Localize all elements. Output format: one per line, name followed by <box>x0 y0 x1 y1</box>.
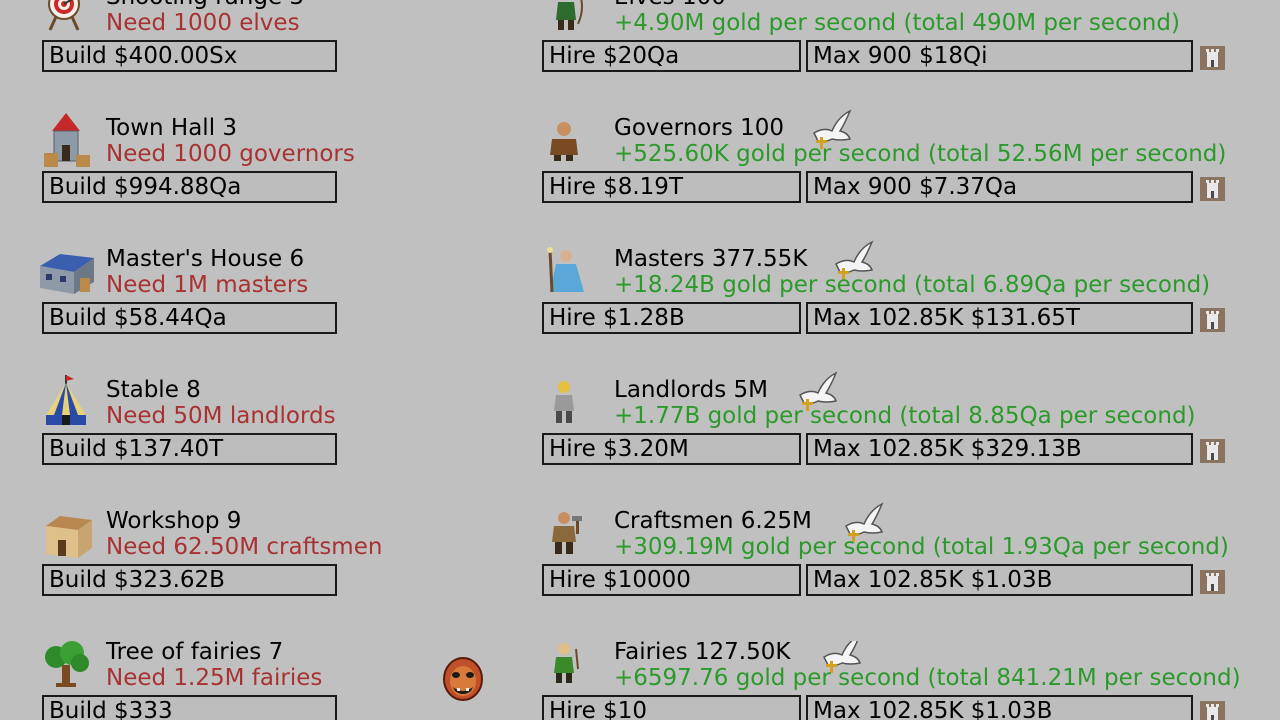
house-icon <box>40 248 94 296</box>
craftsman-icon <box>544 508 588 556</box>
building-row: Master's House 6 Need 1M masters Build $… <box>0 240 1280 379</box>
building-requirement: Need 62.50M craftsmen <box>106 534 383 560</box>
tent-icon <box>42 375 94 427</box>
building-row: Tree of fairies 7 Need 1.25M fairies Bui… <box>0 641 1280 720</box>
building-requirement: Need 50M landlords <box>106 403 336 429</box>
workshop-icon <box>42 510 94 558</box>
building-name: Stable 8 <box>106 377 201 403</box>
tower-icon[interactable] <box>1200 46 1225 70</box>
tower-hall-icon <box>42 113 94 167</box>
demon-face-icon[interactable] <box>441 655 485 703</box>
worker-gold-rate: +309.19M gold per second (total 1.93Qa p… <box>614 534 1229 560</box>
hire-button[interactable]: Hire $20Qa <box>542 40 801 72</box>
worker-name: Masters 377.55K <box>614 246 808 272</box>
hire-button[interactable]: Hire $8.19T <box>542 171 801 203</box>
building-name: Town Hall 3 <box>106 115 238 141</box>
tower-icon[interactable] <box>1200 701 1225 720</box>
worker-gold-rate: +525.60K gold per second (total 52.56M p… <box>614 141 1227 167</box>
building-name: Workshop 9 <box>106 508 242 534</box>
building-row: Town Hall 3 Need 1000 governors Build $9… <box>0 109 1280 248</box>
building-name: Master's House 6 <box>106 246 305 272</box>
max-hire-button[interactable]: Max 900 $18Qi <box>806 40 1193 72</box>
build-button[interactable]: Build $137.40T <box>42 433 337 465</box>
hire-button[interactable]: Hire $1.28B <box>542 302 801 334</box>
fairy-icon <box>544 641 588 687</box>
master-icon <box>544 246 588 294</box>
building-name: Tree of fairies 7 <box>106 641 284 665</box>
tower-icon[interactable] <box>1200 439 1225 463</box>
building-requirement: Need 1000 governors <box>106 141 355 167</box>
tower-icon[interactable] <box>1200 308 1225 332</box>
worker-gold-rate: +6597.76 gold per second (total 841.21M … <box>614 665 1241 691</box>
tower-icon[interactable] <box>1200 177 1225 201</box>
worker-name: Craftsmen 6.25M <box>614 508 812 534</box>
building-requirement: Need 1.25M fairies <box>106 665 323 691</box>
hire-button[interactable]: Hire $3.20M <box>542 433 801 465</box>
build-button[interactable]: Build $323.62B <box>42 564 337 596</box>
building-row: Workshop 9 Need 62.50M craftsmen Build $… <box>0 502 1280 641</box>
worker-name: Governors 100 <box>614 115 785 141</box>
governor-icon <box>544 115 588 163</box>
worker-name: Landlords 5M <box>614 377 768 403</box>
target-icon <box>42 0 94 34</box>
worker-gold-rate: +4.90M gold per second (total 490M per s… <box>614 10 1180 36</box>
building-name: Shooting range 3 <box>106 0 304 10</box>
building-requirement: Need 1000 elves <box>106 10 300 36</box>
max-hire-button[interactable]: Max 102.85K $131.65T <box>806 302 1193 334</box>
max-hire-button[interactable]: Max 102.85K $1.03B <box>806 564 1193 596</box>
max-hire-button[interactable]: Max 900 $7.37Qa <box>806 171 1193 203</box>
tower-icon[interactable] <box>1200 570 1225 594</box>
building-row: Shooting range 3 Need 1000 elves Build $… <box>0 0 1280 117</box>
worker-gold-rate: +18.24B gold per second (total 6.89Qa pe… <box>614 272 1211 298</box>
tree-icon <box>42 641 94 689</box>
worker-name: Elves 100 <box>614 0 726 10</box>
hire-button[interactable]: Hire $10000 <box>542 564 801 596</box>
landlord-icon <box>544 377 588 425</box>
worker-gold-rate: +1.77B gold per second (total 8.85Qa per… <box>614 403 1196 429</box>
build-button[interactable]: Build $58.44Qa <box>42 302 337 334</box>
max-hire-button[interactable]: Max 102.85K $1.03B <box>806 695 1193 720</box>
build-button[interactable]: Build $333 <box>42 695 337 720</box>
build-button[interactable]: Build $994.88Qa <box>42 171 337 203</box>
max-hire-button[interactable]: Max 102.85K $329.13B <box>806 433 1193 465</box>
worker-name: Fairies 127.50K <box>614 641 791 665</box>
elf-icon <box>544 0 588 32</box>
building-requirement: Need 1M masters <box>106 272 309 298</box>
building-row: Stable 8 Need 50M landlords Build $137.4… <box>0 371 1280 510</box>
hire-button[interactable]: Hire $10 <box>542 695 801 720</box>
build-button[interactable]: Build $400.00Sx <box>42 40 337 72</box>
